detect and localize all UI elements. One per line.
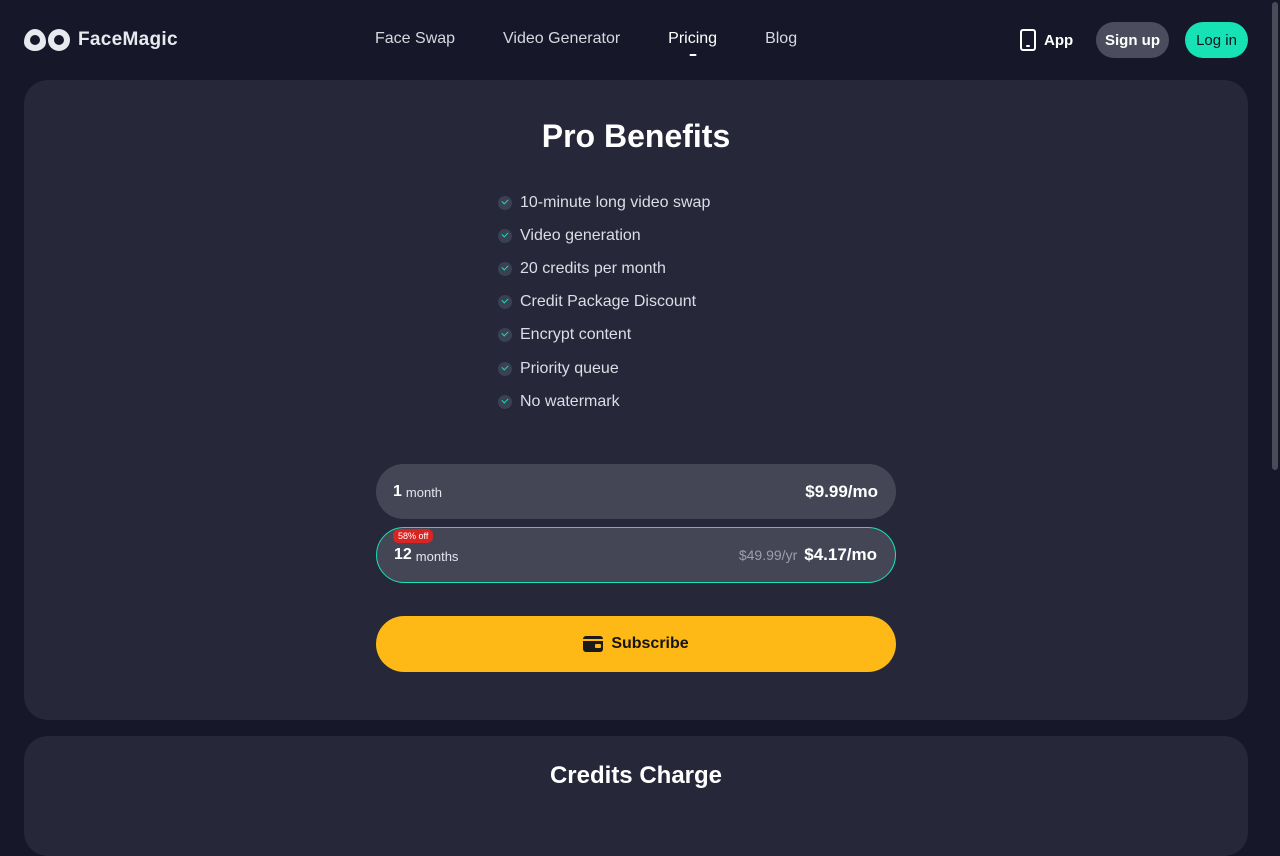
main-nav: Face Swap Video Generator Pricing Blog: [375, 30, 797, 48]
check-icon: [498, 195, 512, 210]
plan-price: $4.17/mo: [804, 545, 877, 564]
app-label: App: [1044, 31, 1074, 49]
plan-duration: 1: [393, 482, 402, 500]
check-icon: [498, 394, 512, 409]
logo-icon: [24, 29, 70, 51]
check-icon: [498, 295, 512, 310]
app-download-link[interactable]: App: [1020, 29, 1073, 51]
benefit-text: Video generation: [520, 226, 641, 244]
benefit-item: No watermark: [498, 385, 710, 418]
login-button[interactable]: Log in: [1185, 22, 1248, 58]
benefit-item: Credit Package Discount: [498, 286, 710, 319]
plan-duration-unit: months: [415, 548, 459, 564]
benefit-text: 10-minute long video swap: [520, 193, 711, 211]
check-icon: [498, 328, 512, 343]
subscribe-label: Subscribe: [611, 635, 689, 652]
benefit-text: Credit Package Discount: [520, 293, 697, 311]
plan-duration-unit: month: [405, 485, 443, 500]
benefit-item: 10-minute long video swap: [498, 186, 710, 219]
credits-charge-title: Credits Charge: [549, 762, 723, 789]
plan-original-price: $49.99/yr: [738, 547, 798, 563]
pro-benefits-title: Pro Benefits: [541, 118, 731, 154]
plan-option-12-months[interactable]: 58% off 12 months $49.99/yr $4.17/mo: [376, 527, 896, 583]
plan-price: $9.99/mo: [805, 481, 878, 501]
benefit-item: Video generation: [498, 219, 710, 252]
subscribe-button[interactable]: Subscribe: [376, 616, 896, 672]
credits-charge-card: Credits Charge: [24, 736, 1248, 856]
benefit-item: Encrypt content: [498, 319, 710, 352]
benefit-item: 20 credits per month: [498, 252, 710, 285]
scrollbar-thumb[interactable]: [1272, 2, 1278, 470]
benefit-text: 20 credits per month: [520, 259, 666, 277]
brand-logo[interactable]: FaceMagic: [24, 28, 178, 52]
site-header: FaceMagic Face Swap Video Generator Pric…: [0, 0, 1280, 80]
check-icon: [498, 261, 512, 276]
plan-duration: 12: [394, 546, 412, 563]
pro-benefits-card: Pro Benefits 10-minute long video swap V…: [24, 80, 1248, 720]
nav-video-generator[interactable]: Video Generator: [503, 30, 620, 48]
nav-face-swap[interactable]: Face Swap: [375, 30, 455, 48]
benefit-text: Priority queue: [520, 359, 619, 377]
wallet-icon: [583, 636, 604, 652]
phone-icon: [1020, 29, 1036, 51]
nav-pricing[interactable]: Pricing: [668, 30, 717, 48]
discount-badge: 58% off: [393, 529, 434, 543]
benefit-text: Encrypt content: [520, 326, 632, 344]
check-icon: [498, 361, 512, 376]
benefits-list: 10-minute long video swap Video generati…: [498, 186, 710, 418]
signup-button[interactable]: Sign up: [1096, 22, 1169, 58]
benefit-text: No watermark: [520, 392, 620, 410]
plan-option-1-month[interactable]: 1 month $9.99/mo: [376, 464, 896, 519]
page-scrollbar[interactable]: [1270, 0, 1280, 800]
check-icon: [498, 228, 512, 243]
benefit-item: Priority queue: [498, 352, 710, 385]
brand-name: FaceMagic: [78, 29, 178, 50]
nav-blog[interactable]: Blog: [765, 30, 797, 48]
